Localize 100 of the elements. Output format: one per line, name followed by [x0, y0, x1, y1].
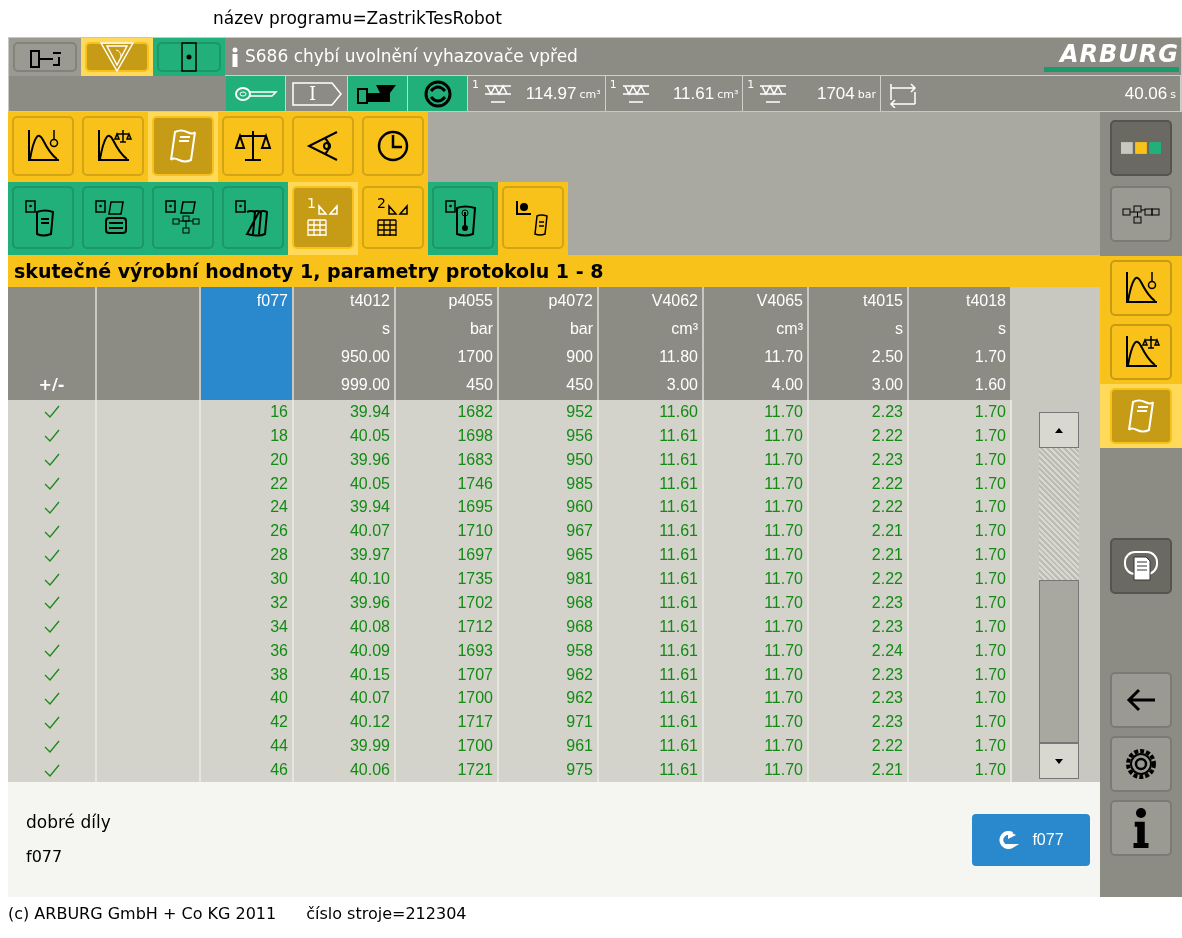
- table-cell: 11.70: [703, 710, 808, 735]
- table-cell: 36: [200, 638, 293, 663]
- toolbar-button[interactable]: [222, 186, 284, 249]
- indicator-lights-icon: [1121, 142, 1161, 154]
- table-cell: 2.23: [808, 447, 908, 472]
- comment-button[interactable]: [1110, 538, 1172, 594]
- table-cell: 11.70: [703, 734, 808, 759]
- table-cell: 11.61: [598, 710, 703, 735]
- toolbar-button[interactable]: 2: [362, 186, 424, 249]
- scrollbar-thumb[interactable]: [1039, 580, 1079, 743]
- table-cell: 11.70: [703, 758, 808, 782]
- toolbar-button[interactable]: [432, 186, 494, 249]
- status-lights-button[interactable]: [1110, 120, 1172, 176]
- table-cell: 11.70: [703, 447, 808, 472]
- table-cell: 956: [498, 423, 598, 448]
- table-cell: 38: [200, 662, 293, 687]
- table-cell: 1.70: [908, 447, 1011, 472]
- table-cell: 1746: [395, 471, 498, 496]
- table-cell: 1.70: [908, 734, 1011, 759]
- table-cell: 1.70: [908, 519, 1011, 544]
- table-cell: 40.07: [293, 519, 395, 544]
- table-cell: 32: [200, 591, 293, 615]
- toolbar-button[interactable]: [1110, 260, 1172, 316]
- table-cell: 39.97: [293, 543, 395, 568]
- table-cell: 40: [200, 686, 293, 711]
- table-cell: 1.70: [908, 495, 1011, 520]
- toolbar-button[interactable]: [12, 116, 74, 176]
- table-cell: 2.22: [808, 471, 908, 496]
- table-cell: 40.10: [293, 567, 395, 591]
- reading-unit: cm³: [579, 86, 601, 103]
- table-cell: 2.24: [808, 638, 908, 663]
- column-header: p4072: [547, 291, 593, 311]
- table-cell: 2.22: [808, 734, 908, 759]
- toolbar-button[interactable]: [152, 186, 214, 249]
- info-button[interactable]: [1110, 800, 1172, 856]
- table-cell: 960: [498, 495, 598, 520]
- column-header: V4062: [650, 291, 698, 311]
- index-number: 1: [307, 196, 316, 210]
- table-cell: 40.08: [293, 614, 395, 639]
- toolbar-button[interactable]: [362, 116, 424, 176]
- column-header: t4012: [348, 291, 390, 311]
- copyright-text: (c) ARBURG GmbH + Co KG 2011: [8, 903, 277, 925]
- reading-value: 40.06: [1124, 82, 1168, 105]
- toolbar-button[interactable]: [292, 116, 354, 176]
- column-header: 900: [565, 347, 593, 367]
- table-cell: 11.70: [703, 519, 808, 544]
- column-header: 3.00: [665, 375, 698, 395]
- table-cell: 11.70: [703, 686, 808, 711]
- table-cell: 1702: [395, 591, 498, 615]
- table-cell: 1.70: [908, 638, 1011, 663]
- table-cell: 11.70: [703, 614, 808, 639]
- table-cell: 1698: [395, 423, 498, 448]
- column-header: cm³: [670, 319, 698, 339]
- program-name: název programu=ZastrikTesRobot: [213, 8, 502, 28]
- table-cell: 1695: [395, 495, 498, 520]
- table-cell: 11.61: [598, 758, 703, 782]
- table-cell: 1.70: [908, 686, 1011, 711]
- toolbar-button[interactable]: [13, 42, 77, 72]
- reading-value: 11.61: [672, 82, 715, 105]
- table-cell: 24: [200, 495, 293, 520]
- toolbar-button[interactable]: [82, 186, 144, 249]
- table-cell: 968: [498, 591, 598, 615]
- status-message: S686 chybí uvolnění vyhazovače vpřed: [245, 44, 578, 68]
- toolbar-button[interactable]: [502, 186, 564, 249]
- network-button[interactable]: [1110, 186, 1172, 242]
- table-cell: 2.23: [808, 591, 908, 615]
- toolbar-button[interactable]: [157, 42, 221, 72]
- table-cell: 985: [498, 471, 598, 496]
- table-cell: 965: [498, 543, 598, 568]
- column-header: 950.00: [340, 347, 390, 367]
- table-cell: 39.99: [293, 734, 395, 759]
- table-cell: 39.94: [293, 495, 395, 520]
- toolbar-button[interactable]: [12, 186, 74, 249]
- table-cell: 11.61: [598, 567, 703, 591]
- column-header: 450: [565, 375, 593, 395]
- table-cell: 1707: [395, 662, 498, 687]
- scroll-up-button[interactable]: [1039, 412, 1079, 448]
- toolbar-button[interactable]: 1: [292, 186, 354, 249]
- toolbar-button[interactable]: [222, 116, 284, 176]
- table-cell: 46: [200, 758, 293, 782]
- table-cell: 1.70: [908, 543, 1011, 568]
- table-cell: 11.60: [598, 400, 703, 424]
- table-cell: 30: [200, 567, 293, 591]
- table-cell: 1682: [395, 400, 498, 424]
- column-header: 450: [465, 375, 493, 395]
- table-cell: 1721: [395, 758, 498, 782]
- settings-button[interactable]: [1110, 736, 1172, 792]
- column-header: 11.80: [658, 347, 698, 367]
- table-cell: 2.23: [808, 614, 908, 639]
- machine-number: číslo stroje=212304: [306, 903, 467, 925]
- table-cell: 16: [200, 400, 293, 424]
- parameter-button[interactable]: f077: [972, 813, 1090, 866]
- table-cell: 11.61: [598, 447, 703, 472]
- toolbar-button[interactable]: [82, 116, 144, 176]
- back-button[interactable]: [1110, 672, 1172, 728]
- scroll-down-button[interactable]: [1039, 743, 1079, 779]
- toolbar-button[interactable]: [1110, 324, 1172, 380]
- caret-icon: [1055, 758, 1063, 764]
- table-cell: 975: [498, 758, 598, 782]
- table-cell: 1.70: [908, 662, 1011, 687]
